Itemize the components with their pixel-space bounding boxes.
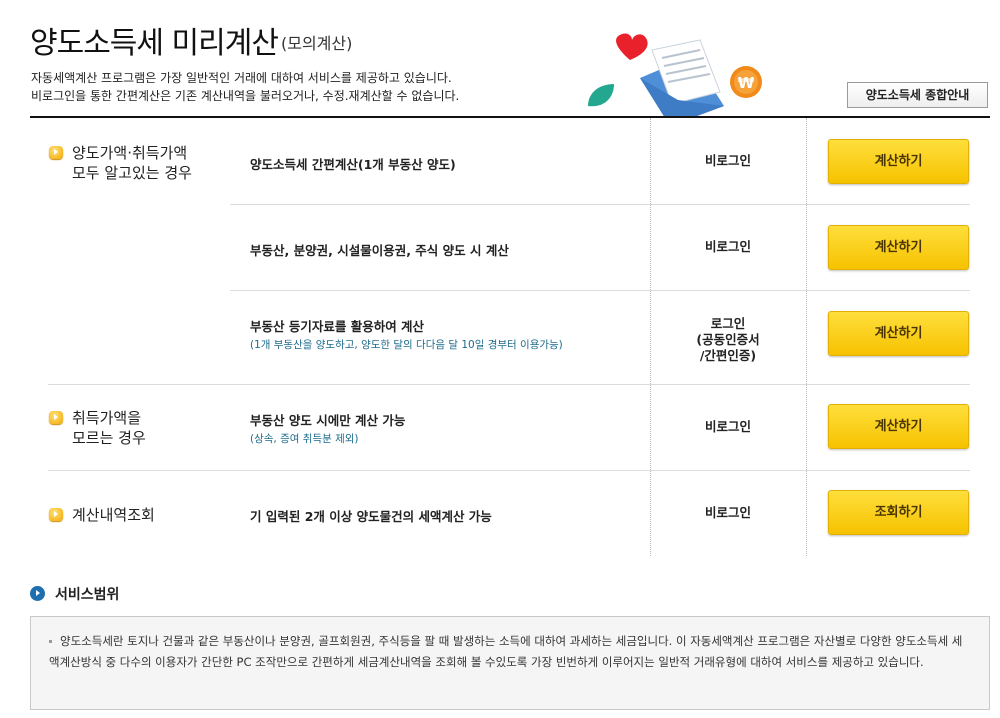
login-requirement-text: 비로그인 [704,153,751,168]
intro-text-line2: 비로그인을 통한 간편계산은 기존 계산내역을 불러오거나, 수정.재계산할 수… [31,89,460,103]
arrow-bullet-icon [49,411,63,424]
row-subnote: (상속, 증여 취득분 제외) [250,433,359,445]
leaf-icon [588,84,614,107]
bullet-dot-icon [49,640,52,643]
login-requirement-text: 비로그인 [704,239,751,254]
login-requirement: 비로그인 [668,505,788,521]
login-requirement: 로그인 (공동인증서 /간편인증) [668,316,788,364]
header-divider [30,116,990,118]
category-label-line1: 계산내역조회 [72,506,155,524]
calculate-button[interactable]: 계산하기 [828,139,969,184]
login-requirement-text: 비로그인 [704,505,751,520]
column-divider [650,118,651,556]
page-title: 양도소득세 미리계산 [30,26,279,61]
calculate-button[interactable]: 계산하기 [828,225,969,270]
column-divider [806,118,807,556]
category-label-line1: 양도가액·취득가액 [72,144,188,162]
login-requirement-text: (공동인증서 [696,332,760,347]
category-label-line1: 취득가액을 [72,409,142,427]
heart-icon [616,33,648,60]
row-description: 부동산 양도 시에만 계산 가능 [250,413,406,428]
arrow-bullet-icon [49,146,63,159]
lookup-button[interactable]: 조회하기 [828,490,969,535]
category-label-line2: 모르는 경우 [72,429,146,447]
service-scope-box: 양도소득세란 토지나 건물과 같은 부동산이나 분양권, 골프회원권, 주식등을… [30,616,990,710]
arrow-bullet-icon [49,508,63,521]
row-divider [48,470,970,471]
row-description: 부동산, 분양권, 시설물이용권, 주식 양도 시 계산 [250,243,509,258]
row-divider [48,384,970,385]
service-scope-text-wrap: 양도소득세란 토지나 건물과 같은 부동산이나 분양권, 골프회원권, 주식등을… [49,631,969,673]
header-illustration: ₩ [588,33,762,118]
row-description: 양도소득세 간편계산(1개 부동산 양도) [250,157,456,172]
won-coin-icon: ₩ [730,66,762,98]
page-subtitle: (모의계산) [281,34,353,53]
login-requirement-text: /간편인증) [699,348,757,363]
tax-guide-button[interactable]: 양도소득세 종합안내 [847,82,988,108]
service-scope-text: 양도소득세란 토지나 건물과 같은 부동산이나 분양권, 골프회원권, 주식등을… [49,634,963,669]
svg-text:₩: ₩ [738,74,755,92]
login-requirement: 비로그인 [668,419,788,435]
login-requirement: 비로그인 [668,153,788,169]
login-requirement: 비로그인 [668,239,788,255]
service-scope-title: 서비스범위 [55,587,120,603]
row-description: 기 입력된 2개 이상 양도물건의 세액계산 가능 [250,509,492,524]
row-subnote: (1개 부동산을 양도하고, 양도한 달의 다다음 달 10일 경부터 이용가능… [250,339,563,351]
arrow-circle-icon [30,586,45,601]
envelope-icon [640,39,724,118]
row-divider [230,290,970,291]
calculate-button[interactable]: 계산하기 [828,404,969,449]
row-description: 부동산 등기자료를 활용하여 계산 [250,319,425,334]
calculate-button[interactable]: 계산하기 [828,311,969,356]
row-divider [230,204,970,205]
login-requirement-text: 로그인 [710,316,746,331]
login-requirement-text: 비로그인 [704,419,751,434]
category-label-line2: 모두 알고있는 경우 [72,164,192,182]
intro-text-line1: 자동세액계산 프로그램은 가장 일반적인 거래에 대하여 서비스를 제공하고 있… [31,71,452,85]
